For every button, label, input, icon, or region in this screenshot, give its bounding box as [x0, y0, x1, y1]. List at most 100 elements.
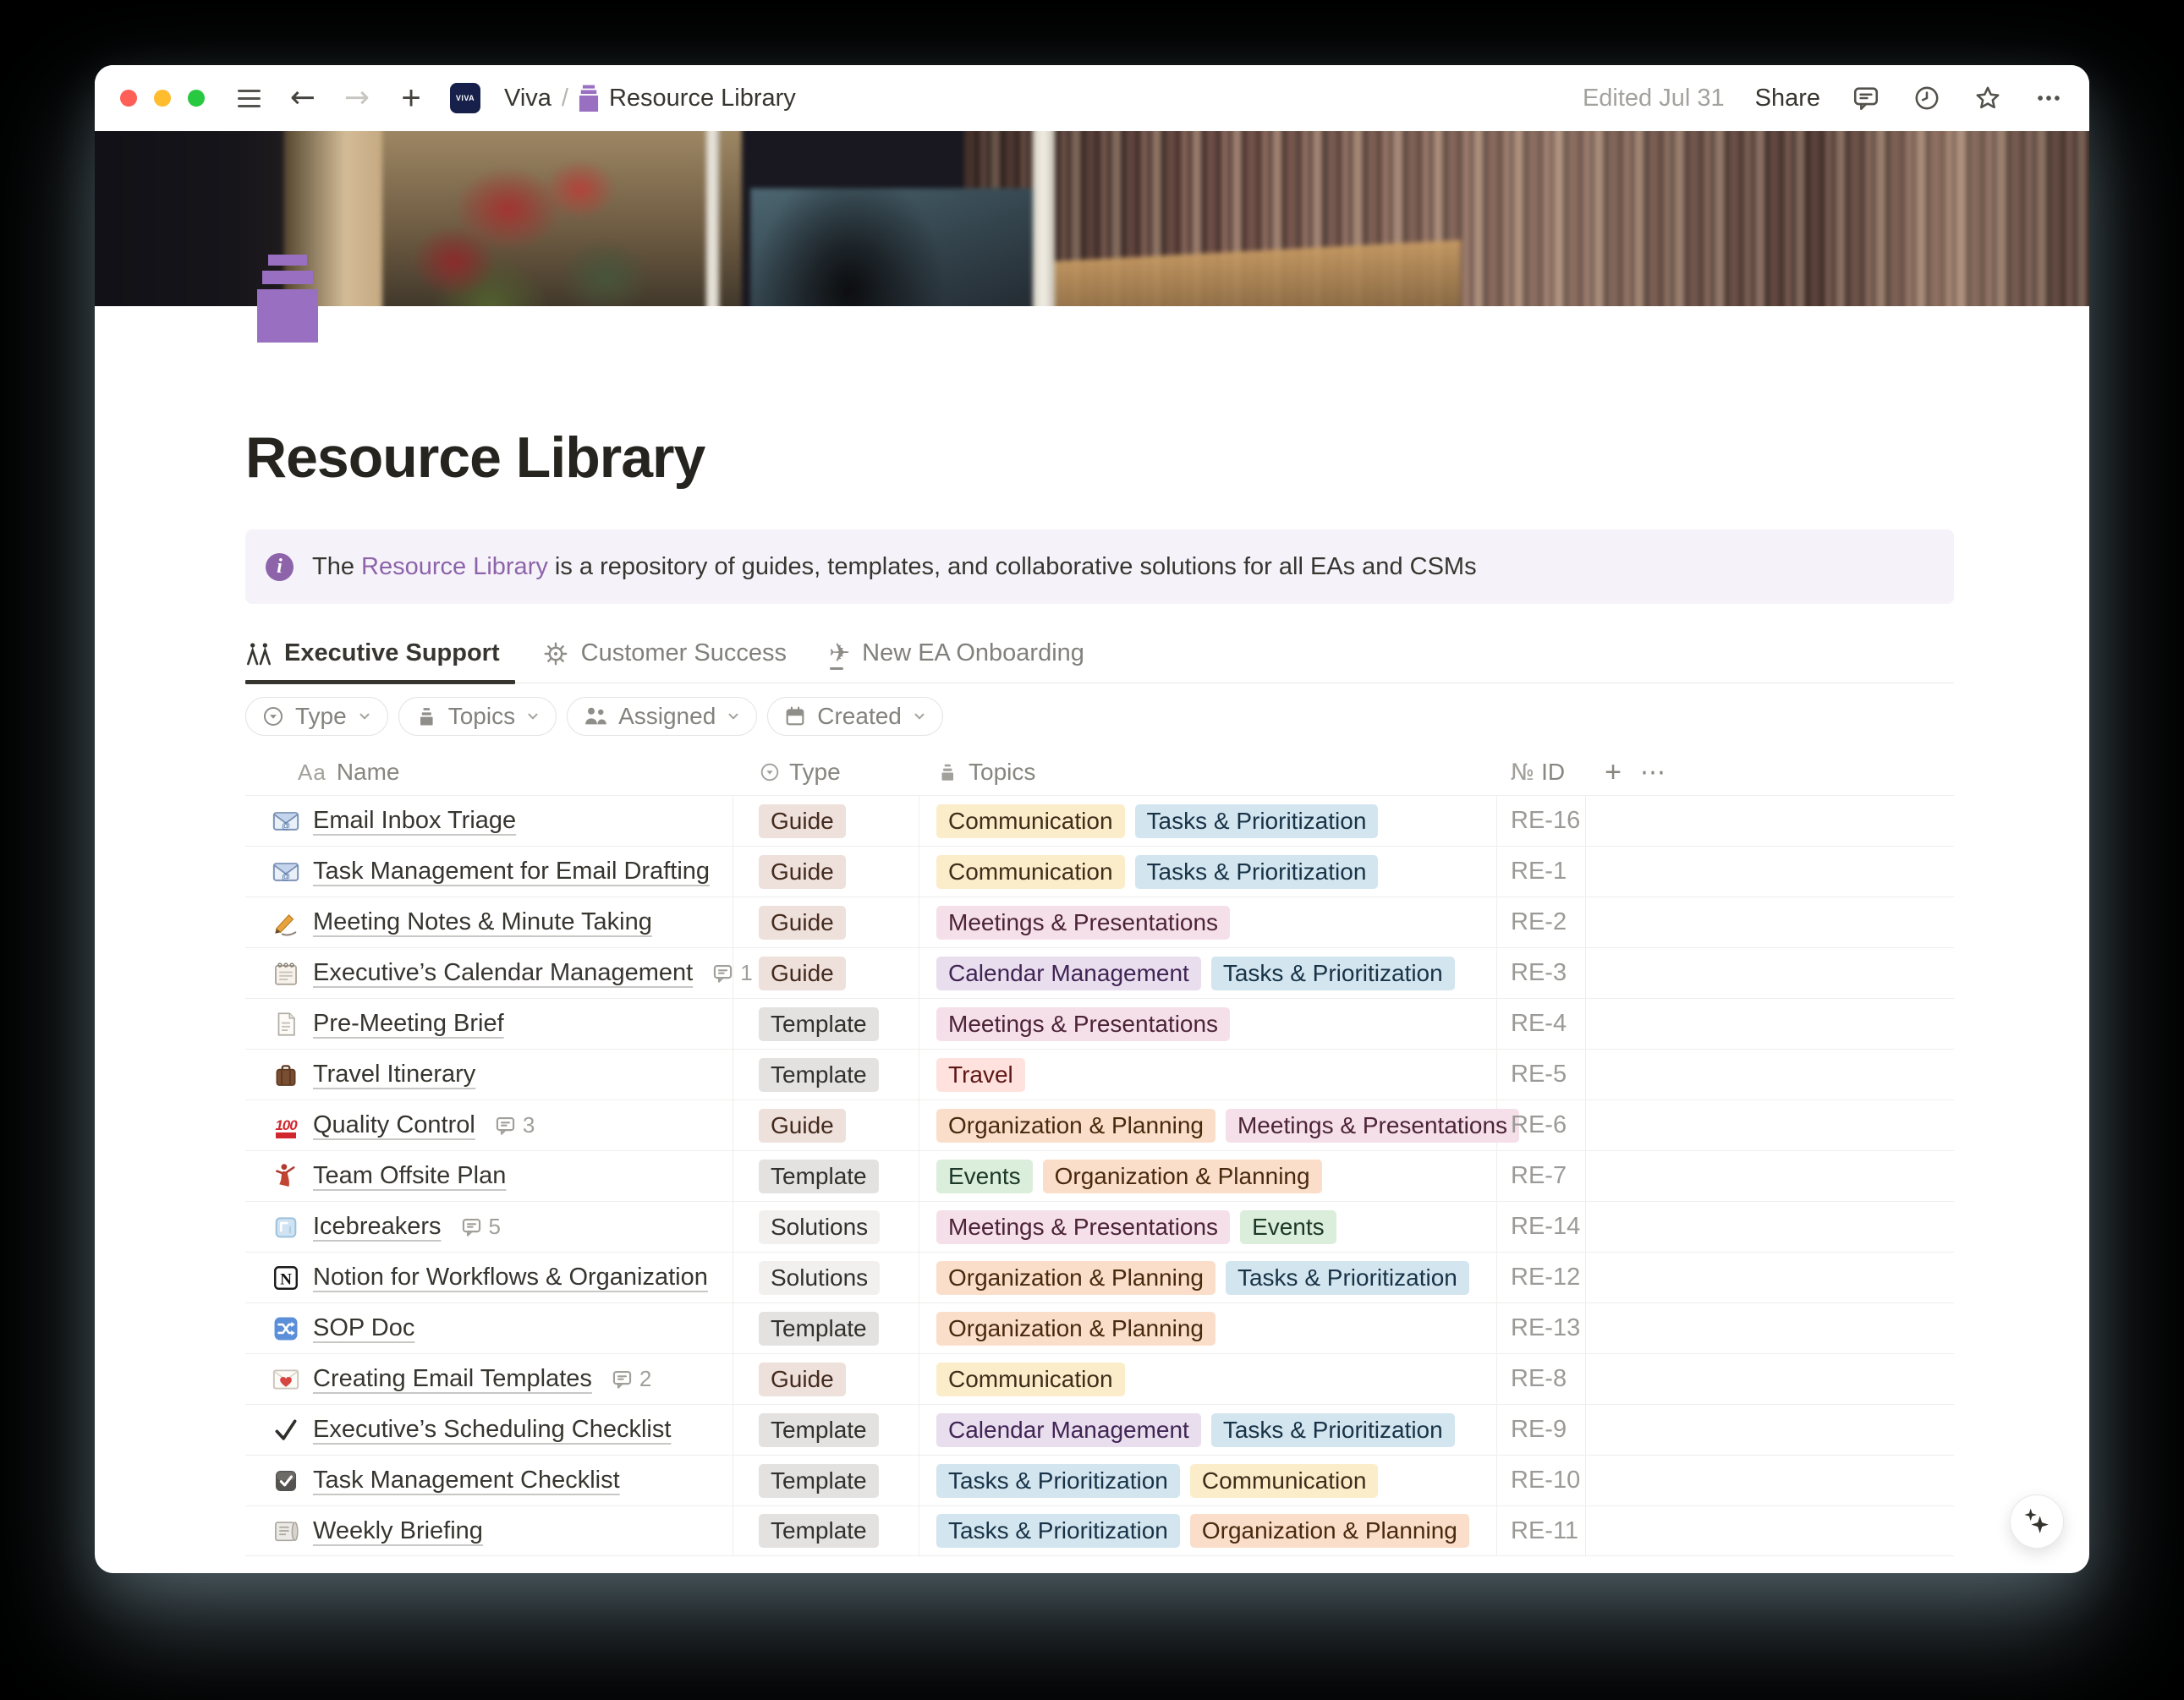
filter-chip-topics[interactable]: Topics — [398, 697, 557, 736]
row-type-cell[interactable]: Guide — [733, 897, 919, 947]
topic-badge[interactable]: Tasks & Prioritization — [936, 1464, 1180, 1498]
row-type-cell[interactable]: Guide — [733, 1354, 919, 1404]
type-badge[interactable]: Template — [759, 1413, 879, 1447]
row-name-cell[interactable]: @Email Inbox Triage — [245, 796, 733, 846]
row-topics-cell[interactable]: Organization & Planning Tasks & Prioritiz… — [919, 1253, 1497, 1302]
comment-count[interactable]: 5 — [460, 1214, 501, 1240]
minimize-window-button[interactable] — [154, 90, 171, 107]
type-badge[interactable]: Guide — [759, 957, 846, 990]
type-badge[interactable]: Template — [759, 1160, 879, 1193]
topic-badge[interactable]: Meetings & Presentations — [936, 1007, 1230, 1041]
row-topics-cell[interactable]: Communication Tasks & Prioritization — [919, 847, 1497, 897]
row-topics-cell[interactable]: Calendar Management Tasks & Prioritizatio… — [919, 1405, 1497, 1455]
row-topics-cell[interactable]: Travel — [919, 1050, 1497, 1100]
topic-badge[interactable]: Tasks & Prioritization — [1226, 1261, 1469, 1295]
row-type-cell[interactable]: Guide — [733, 847, 919, 897]
page-link[interactable]: Meeting Notes & Minute Taking — [313, 908, 652, 936]
comment-count[interactable]: 3 — [494, 1112, 535, 1138]
breadcrumb-workspace[interactable]: Viva — [504, 85, 551, 112]
row-name-cell[interactable]: SOP Doc — [245, 1303, 733, 1353]
tab-new-ea-onboarding[interactable]: ✈New EA Onboarding — [829, 634, 1088, 683]
page-link[interactable]: Quality Control — [313, 1111, 475, 1139]
page-link[interactable]: Email Inbox Triage — [313, 807, 516, 835]
row-type-cell[interactable]: Template — [733, 1303, 919, 1353]
share-button[interactable]: Share — [1755, 85, 1820, 112]
page-link[interactable]: Team Offsite Plan — [313, 1162, 506, 1190]
page-link[interactable]: Weekly Briefing — [313, 1517, 483, 1545]
topic-badge[interactable]: Calendar Management — [936, 957, 1201, 990]
topic-badge[interactable]: Communication — [936, 855, 1125, 889]
row-name-cell[interactable]: Team Offsite Plan — [245, 1151, 733, 1201]
row-name-cell[interactable]: Executive’s Calendar Management1 — [245, 948, 733, 998]
row-topics-cell[interactable]: Calendar ManagementTasks & Prioritizatio… — [919, 948, 1497, 998]
topic-badge[interactable]: Travel — [936, 1058, 1025, 1092]
type-badge[interactable]: Guide — [759, 1109, 846, 1143]
page-title[interactable]: Resource Library — [245, 425, 1954, 491]
row-name-cell[interactable]: Travel Itinerary — [245, 1050, 733, 1100]
page-link[interactable]: Travel Itinerary — [313, 1061, 475, 1089]
row-topics-cell[interactable]: Meetings & Presentations — [919, 999, 1497, 1049]
row-name-cell[interactable]: Weekly Briefing — [245, 1506, 733, 1555]
page-archive-icon[interactable] — [257, 255, 318, 343]
type-badge[interactable]: Template — [759, 1312, 879, 1346]
type-badge[interactable]: Template — [759, 1007, 879, 1041]
topic-badge[interactable]: Organization & Planning — [936, 1109, 1215, 1143]
row-type-cell[interactable]: Template — [733, 1050, 919, 1100]
breadcrumb-page[interactable]: Resource Library — [609, 85, 796, 112]
row-type-cell[interactable]: Template — [733, 999, 919, 1049]
row-type-cell[interactable]: Guide — [733, 948, 919, 998]
type-badge[interactable]: Guide — [759, 855, 846, 889]
topic-badge[interactable]: Events — [1240, 1210, 1336, 1244]
row-name-cell[interactable]: Icebreakers 5 — [245, 1202, 733, 1252]
topic-badge[interactable]: Tasks & Prioritization — [1135, 804, 1379, 838]
type-badge[interactable]: Solutions — [759, 1261, 880, 1295]
forward-icon[interactable]: → — [342, 83, 372, 113]
row-type-cell[interactable]: Solutions — [733, 1202, 919, 1252]
topic-badge[interactable]: Meetings & Presentations — [936, 906, 1230, 940]
topic-badge[interactable]: Organization & Planning — [1043, 1160, 1322, 1193]
add-column-button[interactable]: + — [1586, 756, 1640, 789]
type-badge[interactable]: Template — [759, 1464, 879, 1498]
row-topics-cell[interactable]: Tasks & PrioritizationOrganization & Pla… — [919, 1506, 1497, 1555]
resource-library-link[interactable]: Resource Library — [361, 553, 548, 580]
column-header-type[interactable]: Type — [733, 749, 919, 795]
page-link[interactable]: Executive’s Scheduling Checklist — [313, 1416, 671, 1444]
row-topics-cell[interactable]: Communication — [919, 1354, 1497, 1404]
type-badge[interactable]: Guide — [759, 906, 846, 940]
page-link[interactable]: Notion for Workflows & Organization — [313, 1264, 708, 1291]
page-link[interactable]: Pre-Meeting Brief — [313, 1010, 504, 1038]
sidebar-menu-icon[interactable] — [233, 83, 264, 113]
row-name-cell[interactable]: NNotion for Workflows & Organization — [245, 1253, 733, 1302]
topic-badge[interactable]: Events — [936, 1160, 1033, 1193]
comment-count[interactable]: 2 — [611, 1366, 651, 1392]
more-options-icon[interactable] — [2033, 83, 2064, 113]
topic-badge[interactable]: Organization & Planning — [1190, 1514, 1469, 1548]
topic-badge[interactable]: Calendar Management — [936, 1413, 1201, 1447]
row-topics-cell[interactable]: Tasks & PrioritizationCommunication — [919, 1456, 1497, 1505]
updates-clock-icon[interactable] — [1912, 83, 1942, 113]
table-options-button[interactable]: ⋯ — [1640, 758, 1687, 787]
page-link[interactable]: Icebreakers — [313, 1213, 442, 1241]
cover-image[interactable] — [95, 131, 2089, 306]
row-type-cell[interactable]: Template — [733, 1456, 919, 1505]
notion-ai-button[interactable] — [2010, 1494, 2064, 1549]
zoom-window-button[interactable] — [188, 90, 205, 107]
type-badge[interactable]: Guide — [759, 1363, 846, 1396]
row-topics-cell[interactable]: Meetings & PresentationsEvents — [919, 1202, 1497, 1252]
row-name-cell[interactable]: 100Quality Control3 — [245, 1100, 733, 1150]
topic-badge[interactable]: Tasks & Prioritization — [1211, 1413, 1455, 1447]
page-link[interactable]: Task Management Checklist — [313, 1467, 620, 1494]
type-badge[interactable]: Guide — [759, 804, 846, 838]
topic-badge[interactable]: Tasks & Prioritization — [1135, 855, 1379, 889]
topic-badge[interactable]: Organization & Planning — [936, 1261, 1215, 1295]
row-name-cell[interactable]: Executive’s Scheduling Checklist — [245, 1405, 733, 1455]
row-type-cell[interactable]: Guide — [733, 796, 919, 846]
page-link[interactable]: Executive’s Calendar Management — [313, 959, 693, 987]
topic-badge[interactable]: Organization & Planning — [936, 1312, 1215, 1346]
favorite-star-icon[interactable] — [1973, 83, 2003, 113]
topic-badge[interactable]: Communication — [936, 804, 1125, 838]
filter-chip-created[interactable]: Created — [767, 697, 943, 736]
row-topics-cell[interactable]: Communication Tasks & Prioritization — [919, 796, 1497, 846]
row-type-cell[interactable]: Guide — [733, 1100, 919, 1150]
tab-customer-success[interactable]: Customer Success — [542, 634, 790, 683]
